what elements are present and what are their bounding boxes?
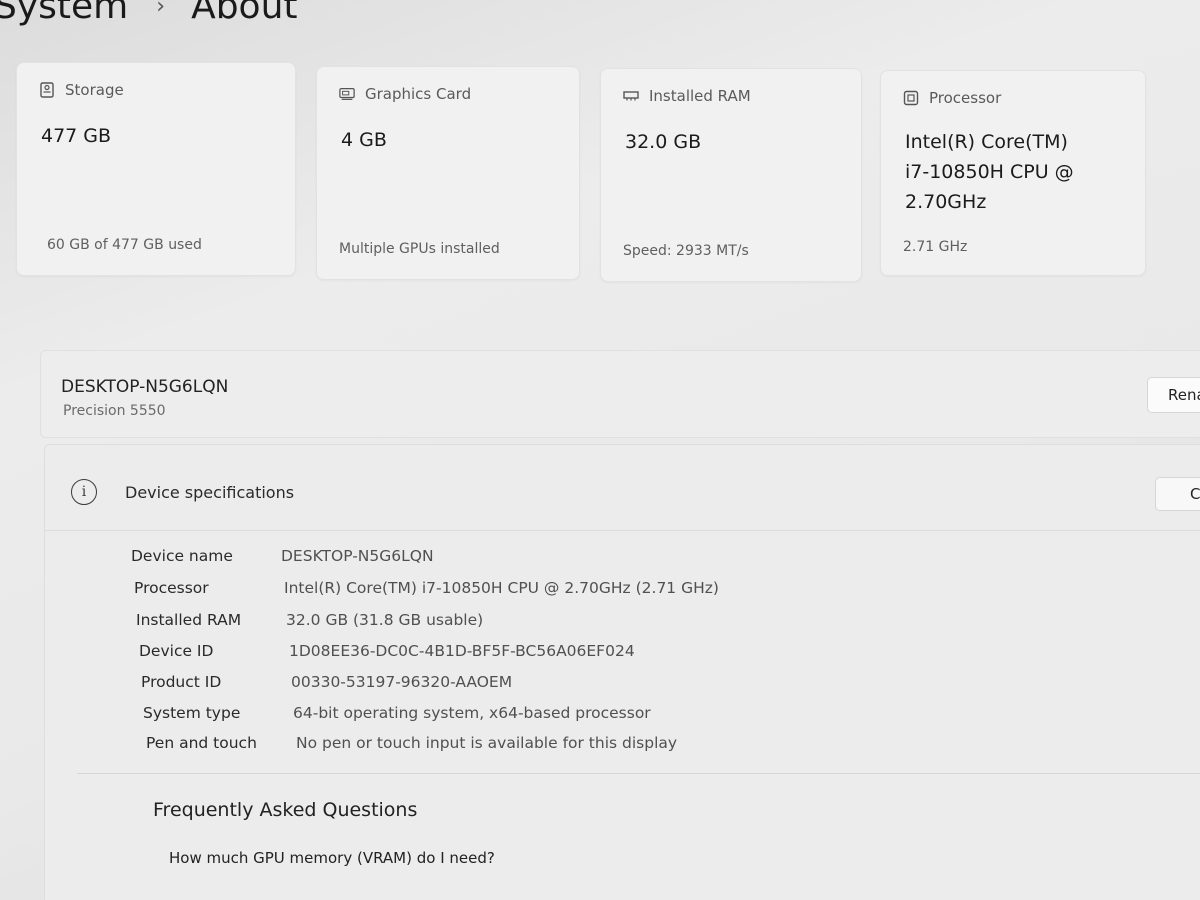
ram-speed: Speed: 2933 MT/s bbox=[623, 243, 749, 259]
chevron-right-icon: › bbox=[156, 0, 166, 19]
page-title: About bbox=[191, 0, 298, 27]
storage-label: Storage bbox=[65, 81, 124, 99]
device-name: DESKTOP-N5G6LQN bbox=[61, 377, 229, 397]
rename-button[interactable]: Rena bbox=[1147, 377, 1200, 413]
storage-icon bbox=[39, 82, 55, 98]
ram-icon bbox=[623, 88, 639, 104]
divider bbox=[77, 773, 1200, 774]
storage-usage: 60 GB of 477 GB used bbox=[47, 237, 202, 253]
spec-label: Device name bbox=[131, 547, 233, 565]
spec-label: System type bbox=[143, 704, 241, 722]
graphics-card-card[interactable]: Graphics Card 4 GB Multiple GPUs install… bbox=[316, 66, 580, 280]
spec-label: Product ID bbox=[141, 673, 222, 691]
spec-value: 64-bit operating system, x64-based proce… bbox=[293, 704, 651, 722]
processor-label: Processor bbox=[929, 89, 1002, 107]
spec-label: Device ID bbox=[139, 642, 214, 660]
processor-value-line: i7-10850H CPU @ bbox=[905, 161, 1074, 183]
faq-title: Frequently Asked Questions bbox=[153, 799, 418, 821]
device-specifications-title: Device specifications bbox=[125, 483, 295, 502]
device-model: Precision 5550 bbox=[63, 403, 166, 419]
copy-button[interactable]: C bbox=[1155, 477, 1200, 511]
processor-value-line: Intel(R) Core(TM) bbox=[905, 131, 1068, 153]
storage-card[interactable]: Storage 477 GB 60 GB of 477 GB used bbox=[16, 62, 296, 276]
graphics-card-icon bbox=[339, 86, 355, 102]
graphics-card-value: 4 GB bbox=[341, 129, 387, 151]
processor-value-line: 2.70GHz bbox=[905, 191, 987, 213]
breadcrumb-system[interactable]: System bbox=[0, 0, 128, 27]
processor-speed: 2.71 GHz bbox=[903, 239, 968, 255]
processor-icon bbox=[903, 90, 919, 106]
spec-value: No pen or touch input is available for t… bbox=[296, 734, 678, 752]
spec-label: Pen and touch bbox=[146, 734, 257, 752]
spec-label: Processor bbox=[134, 579, 209, 597]
installed-ram-card[interactable]: Installed RAM 32.0 GB Speed: 2933 MT/s bbox=[600, 68, 862, 282]
graphics-card-sub: Multiple GPUs installed bbox=[339, 241, 500, 257]
spec-value: DESKTOP-N5G6LQN bbox=[281, 547, 434, 565]
spec-value: 00330-53197-96320-AAOEM bbox=[291, 673, 513, 691]
spec-value: 1D08EE36-DC0C-4B1D-BF5F-BC56A06EF024 bbox=[289, 642, 635, 660]
spec-value: Intel(R) Core(TM) i7-10850H CPU @ 2.70GH… bbox=[284, 579, 719, 597]
device-specifications-panel: i Device specifications C Device name DE… bbox=[44, 444, 1200, 900]
breadcrumb: System › About bbox=[0, 0, 298, 27]
spec-value: 32.0 GB (31.8 GB usable) bbox=[286, 611, 484, 629]
processor-value: Intel(R) Core(TM) i7-10850H CPU @ 2.70GH… bbox=[905, 127, 1074, 217]
graphics-card-label: Graphics Card bbox=[365, 85, 472, 103]
info-icon: i bbox=[71, 479, 97, 505]
device-name-row: DESKTOP-N5G6LQN Precision 5550 Rena bbox=[40, 350, 1200, 438]
faq-question[interactable]: How much GPU memory (VRAM) do I need? bbox=[169, 849, 495, 867]
installed-ram-label: Installed RAM bbox=[649, 87, 751, 105]
spec-label: Installed RAM bbox=[136, 611, 242, 629]
processor-card[interactable]: Processor Intel(R) Core(TM) i7-10850H CP… bbox=[880, 70, 1146, 276]
storage-value: 477 GB bbox=[41, 125, 112, 147]
installed-ram-value: 32.0 GB bbox=[625, 131, 702, 153]
device-specifications-header[interactable]: i Device specifications C bbox=[45, 445, 1200, 531]
